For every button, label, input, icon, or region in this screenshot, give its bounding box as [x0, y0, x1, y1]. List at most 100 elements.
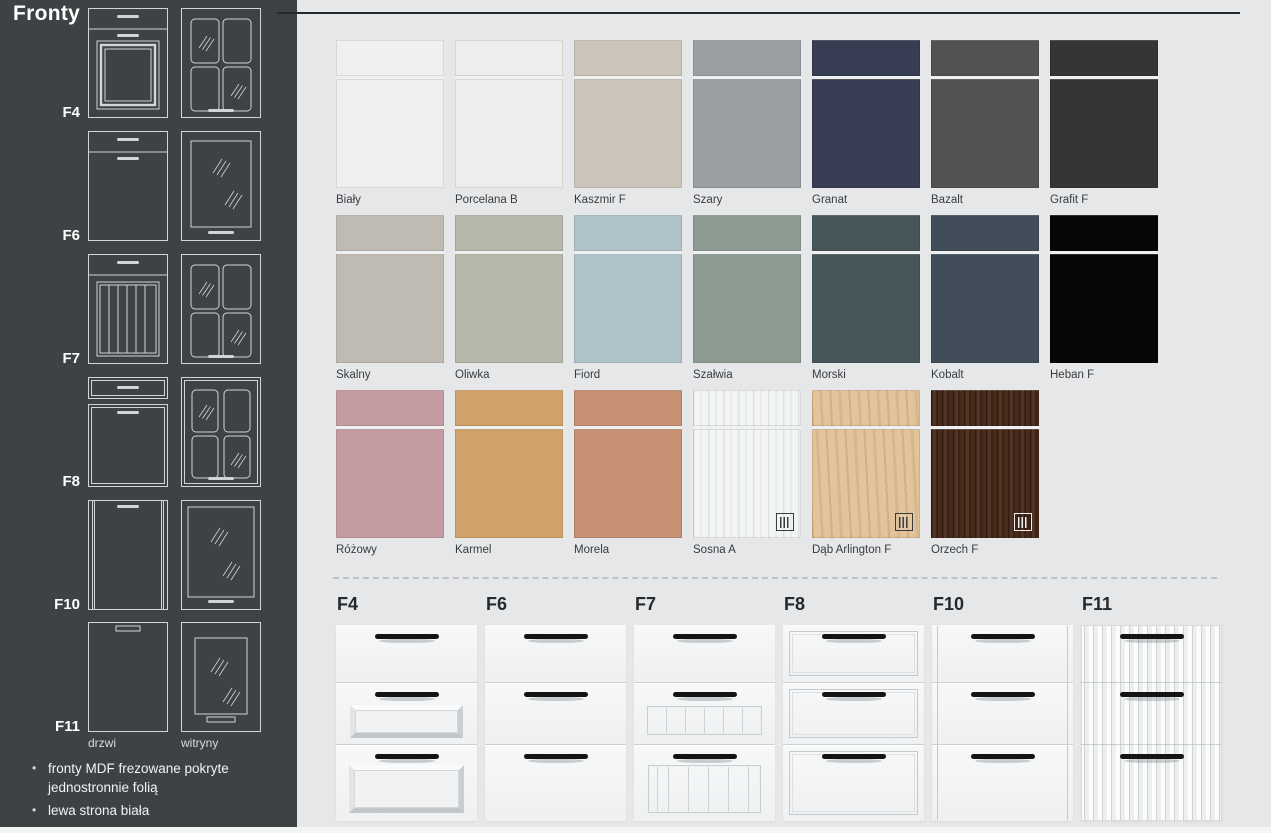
swatch-cell: Dąb Arlington F: [812, 390, 920, 558]
swatch-label: Skalny: [336, 369, 444, 381]
front-label: F6: [0, 227, 80, 244]
swatch-grafit-f: [1050, 40, 1158, 188]
preview-image-f6: [485, 625, 626, 821]
raised-panel: [349, 765, 464, 813]
swatch-label: Bazalt: [931, 194, 1039, 206]
swatch-label: Orzech F: [931, 544, 1039, 556]
swatch-drawer: [336, 215, 444, 251]
swatch-fiord: [574, 215, 682, 363]
drawer-handle: [971, 754, 1035, 759]
swatch-cell: Heban F: [1050, 215, 1158, 383]
swatch-door: [574, 79, 682, 188]
f6-vitrine-drawing: [181, 131, 261, 241]
preview-image-f8: [783, 625, 924, 821]
swatch-morski: [812, 215, 920, 363]
swatch-cell: Morela: [574, 390, 682, 558]
swatch-porcelana-b: [455, 40, 563, 188]
swatch-drawer: [455, 215, 563, 251]
front-label: F4: [0, 104, 80, 121]
sidebar-row-f7: F7: [0, 254, 297, 364]
preview-image-f10: [932, 625, 1073, 821]
sidebar-row-f6: F6: [0, 131, 297, 241]
swatch-bialy: [336, 40, 444, 188]
swatch-drawer: [574, 40, 682, 76]
swatch-door: [812, 79, 920, 188]
sidebar-row-f8: F8: [0, 377, 297, 487]
swatch-skalny: [336, 215, 444, 363]
swatch-door: [336, 79, 444, 188]
swatch-label: Heban F: [1050, 369, 1158, 381]
swatch-cell: Różowy: [336, 390, 444, 558]
swatch-label: Kobalt: [931, 369, 1039, 381]
swatch-dab-arlington-f: [812, 390, 920, 538]
f8-vitrine-drawing: [181, 377, 261, 487]
edge-groove: [937, 626, 938, 820]
swatch-cell: Fiord: [574, 215, 682, 383]
color-swatch-grid: Biały Porcelana B Kaszmir F S: [336, 40, 1158, 558]
swatch-rozowy: [336, 390, 444, 538]
swatch-door: [931, 254, 1039, 363]
swatch-cell: Grafit F: [1050, 40, 1158, 208]
swatch-cell: Skalny: [336, 215, 444, 383]
preview-col-f4: F4: [336, 594, 477, 821]
swatch-drawer: [931, 215, 1039, 251]
swatch-drawer: [693, 40, 801, 76]
swatch-door: [812, 429, 920, 538]
swatch-drawer: [812, 40, 920, 76]
front-preview-grid: F4 F6 F7 F8: [336, 594, 1222, 821]
swatch-label: Oliwka: [455, 369, 563, 381]
swatch-szalwia: [693, 215, 801, 363]
swatch-cell: Morski: [812, 215, 920, 383]
swatch-cell: Oliwka: [455, 215, 563, 383]
drawer-handle: [375, 634, 439, 639]
swatch-label: Szary: [693, 194, 801, 206]
sidebar-row-f11: F11: [0, 622, 297, 732]
label-drzwi: drzwi: [88, 736, 116, 750]
f10-door-drawing: [88, 500, 168, 610]
swatch-cell: Bazalt: [931, 40, 1039, 208]
f11-vitrine-drawing: [181, 622, 261, 732]
swatch-cell: Orzech F: [931, 390, 1039, 558]
swatch-bazalt: [931, 40, 1039, 188]
sidebar-row-f10: F10: [0, 500, 297, 610]
preview-title: F6: [486, 594, 626, 615]
preview-title: F8: [784, 594, 924, 615]
swatch-drawer: [574, 215, 682, 251]
drawer-handle: [375, 692, 439, 697]
swatch-door: [1050, 254, 1158, 363]
swatch-karmel: [455, 390, 563, 538]
f10-vitrine-drawing: [181, 500, 261, 610]
drawer-handle: [524, 692, 588, 697]
swatch-drawer: [693, 390, 801, 426]
drawer-handle: [822, 692, 886, 697]
swatch-drawer: [1050, 40, 1158, 76]
swatch-kaszmir-f: [574, 40, 682, 188]
swatch-label: Biały: [336, 194, 444, 206]
sidebar: Fronty F4: [0, 0, 297, 827]
swatch-drawer: [336, 390, 444, 426]
swatch-drawer: [931, 390, 1039, 426]
drawer-handle: [673, 692, 737, 697]
f11-door-drawing: [88, 622, 168, 732]
swatch-kobalt: [931, 215, 1039, 363]
swatch-label: Karmel: [455, 544, 563, 556]
f4-vitrine-drawing: [181, 8, 261, 118]
drawer-handle: [673, 754, 737, 759]
drawer-handle: [1120, 692, 1184, 697]
swatch-sosna-a: [693, 390, 801, 538]
swatch-label: Szałwia: [693, 369, 801, 381]
swatch-door: [455, 254, 563, 363]
preview-col-f10: F10: [932, 594, 1073, 821]
preview-col-f11: F11: [1081, 594, 1222, 821]
header-rule-line: [277, 12, 1240, 14]
preview-col-f7: F7: [634, 594, 775, 821]
swatch-door: [1050, 79, 1158, 188]
drawer-handle: [971, 634, 1035, 639]
swatch-cell: Karmel: [455, 390, 563, 558]
swatch-morela: [574, 390, 682, 538]
drawer-handle: [971, 692, 1035, 697]
slat-panel: [647, 706, 762, 735]
swatch-orzech-f: [931, 390, 1039, 538]
swatch-label: Grafit F: [1050, 194, 1158, 206]
catalog-page: Fronty F4: [0, 0, 1271, 833]
